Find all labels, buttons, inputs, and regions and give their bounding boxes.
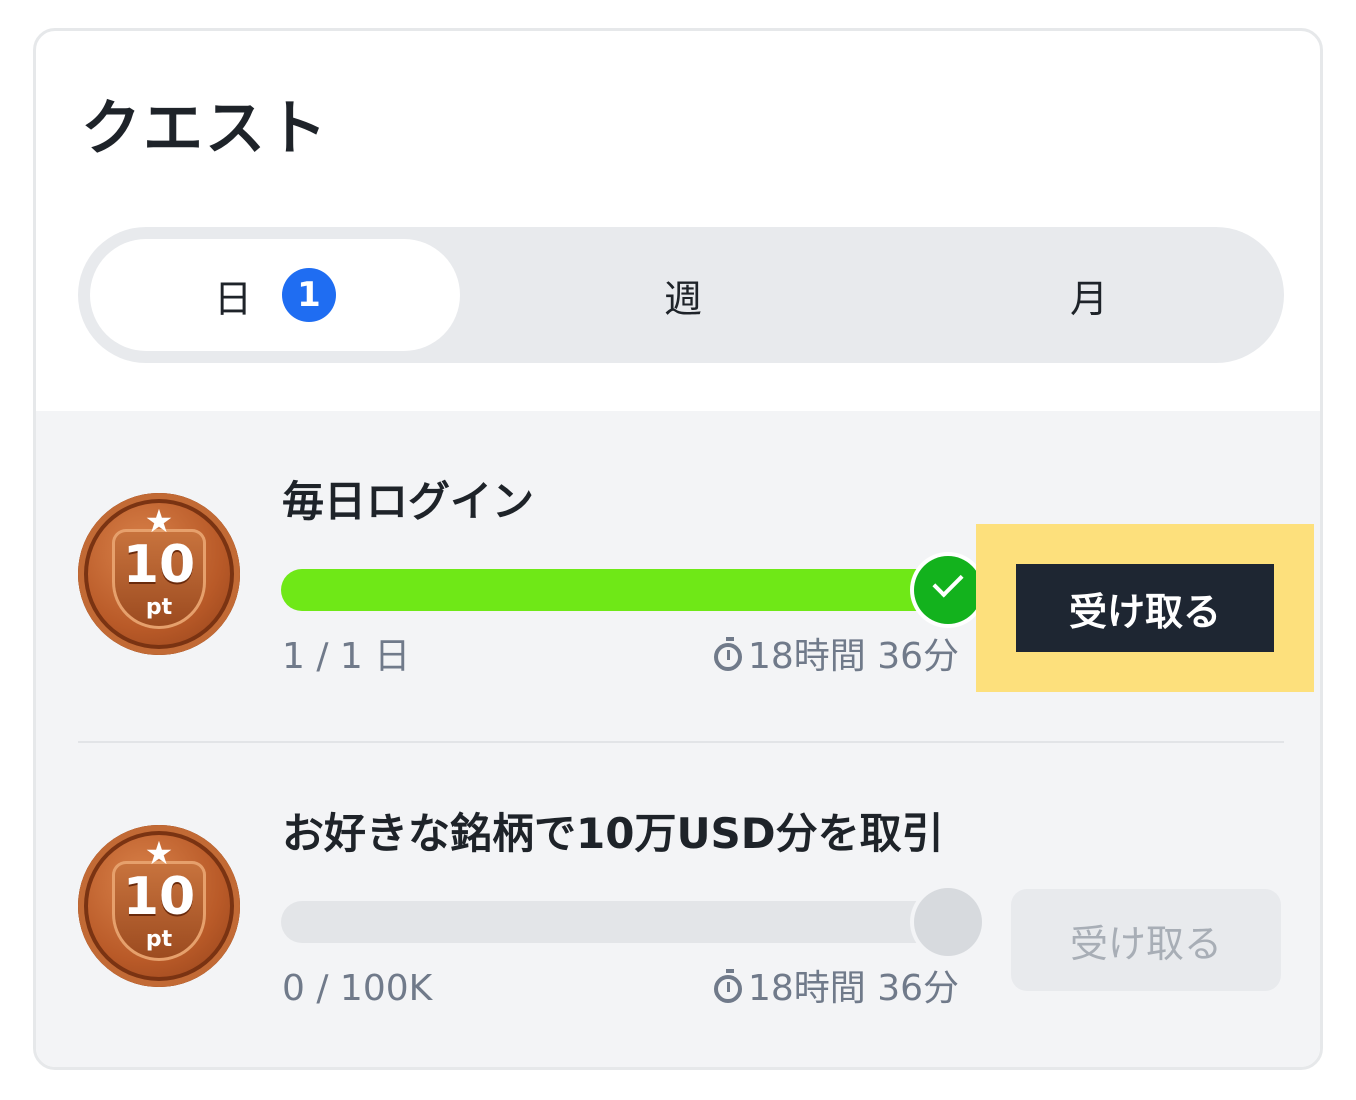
timer-icon <box>714 969 742 1003</box>
tab-monthly-label: 月 <box>1069 276 1108 321</box>
progress-track <box>281 901 971 943</box>
progress-text: 1 / 1 日 <box>282 636 411 677</box>
quest-timer: 18時間 36分 <box>714 968 960 1009</box>
progress-track <box>281 569 971 611</box>
quest-timer: 18時間 36分 <box>714 636 960 677</box>
tab-daily[interactable]: 日 1 <box>90 239 460 351</box>
tab-weekly-label: 週 <box>663 276 702 321</box>
reward-medal: ★ 10 pt <box>78 825 240 987</box>
reward-unit: pt <box>145 595 173 620</box>
star-icon: ★ <box>144 834 174 872</box>
progress-text: 0 / 100K <box>282 968 433 1009</box>
quest-list: ★ 10 pt 毎日ログイン 1 / 1 日 18時間 36分 受け取る ★ 1… <box>36 411 1320 1067</box>
check-icon <box>932 566 964 598</box>
quest-item-daily-login: ★ 10 pt 毎日ログイン 1 / 1 日 18時間 36分 受け取る <box>36 411 1320 741</box>
timer-text: 18時間 36分 <box>748 636 960 677</box>
reward-unit: pt <box>145 927 173 952</box>
reward-amount: 10 <box>122 867 196 927</box>
progress-knob <box>914 888 982 956</box>
timer-text: 18時間 36分 <box>748 968 960 1009</box>
tab-daily-badge: 1 <box>282 268 336 322</box>
quest-card: クエスト 日 1 週 月 ★ 10 pt 毎日ログイン 1 / 1 日 18時間… <box>33 28 1323 1070</box>
progress-fill <box>281 569 971 611</box>
tab-monthly[interactable]: 月 <box>904 239 1274 351</box>
tab-daily-label: 日 <box>213 276 252 321</box>
quest-title: お好きな銘柄で10万USD分を取引 <box>282 809 944 858</box>
progress-complete-icon <box>914 556 982 624</box>
timer-icon <box>714 637 742 671</box>
period-tabs: 日 1 週 月 <box>78 227 1284 363</box>
reward-medal: ★ 10 pt <box>78 493 240 655</box>
page-title: クエスト <box>81 94 329 164</box>
claim-button[interactable]: 受け取る <box>1016 564 1274 652</box>
quest-title: 毎日ログイン <box>282 477 535 526</box>
claim-button-disabled[interactable]: 受け取る <box>1011 889 1281 991</box>
reward-amount: 10 <box>122 535 196 595</box>
star-icon: ★ <box>144 502 174 540</box>
tab-weekly[interactable]: 週 <box>498 239 868 351</box>
quest-item-trade-volume: ★ 10 pt お好きな銘柄で10万USD分を取引 0 / 100K 18時間 … <box>36 743 1320 1067</box>
